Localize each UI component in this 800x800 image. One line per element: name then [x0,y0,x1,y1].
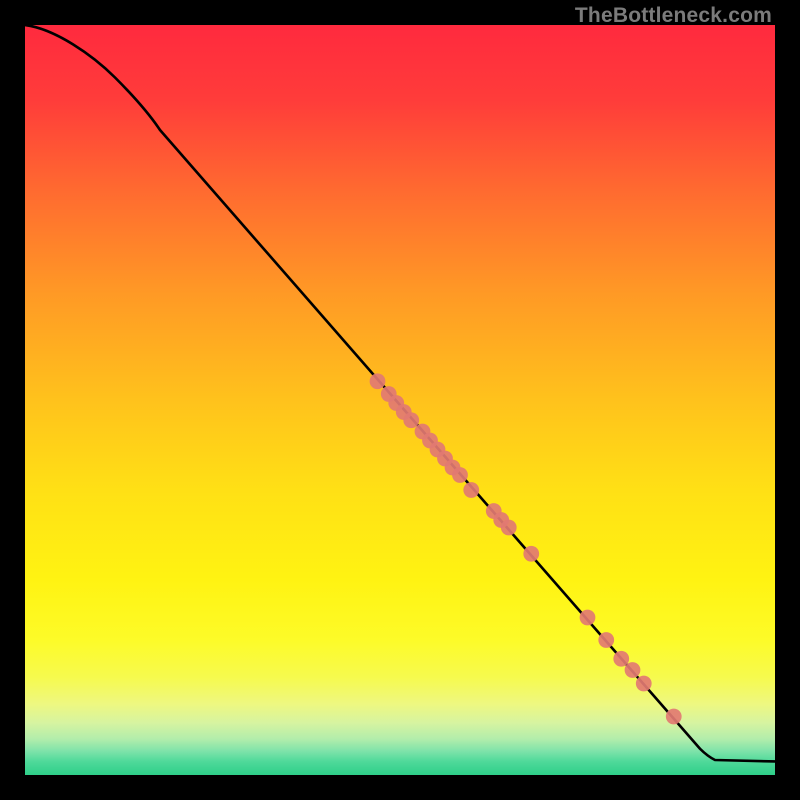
data-point [463,482,479,498]
data-point [613,651,629,667]
scatter-points [370,373,682,724]
plot-area [25,25,775,775]
chart-svg [25,25,775,775]
data-point [370,373,386,389]
data-point [625,662,641,678]
chart-stage: TheBottleneck.com [0,0,800,800]
data-point [452,467,468,483]
data-point [666,709,682,725]
watermark-text: TheBottleneck.com [575,4,772,28]
data-point [501,520,517,536]
data-point [598,632,614,648]
data-point [523,546,539,562]
data-point [403,412,419,428]
main-curve [25,25,775,762]
data-point [636,676,652,692]
data-point [580,610,596,626]
